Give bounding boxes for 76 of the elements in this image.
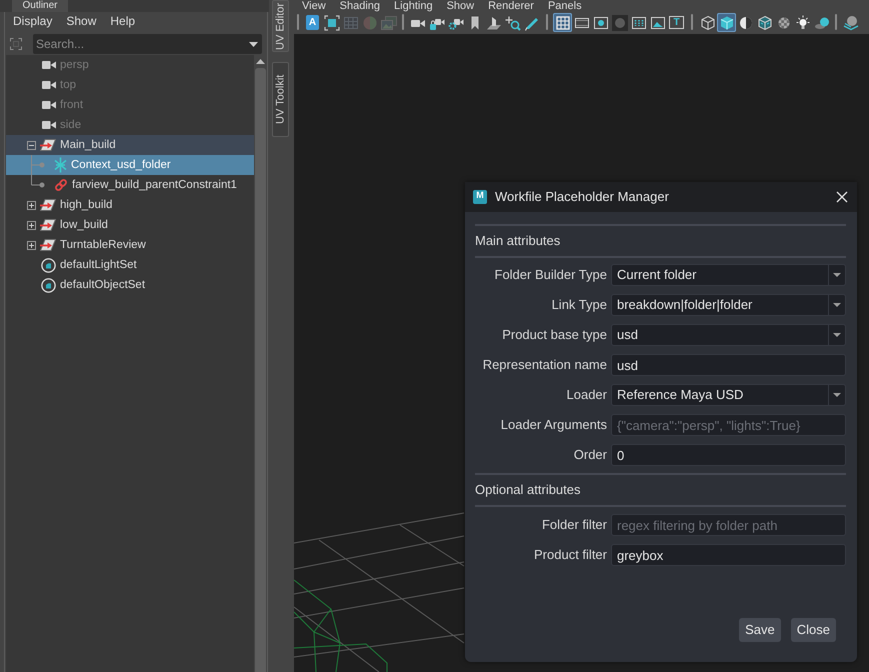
- minus-box-icon[interactable]: [27, 140, 36, 150]
- arrow-plane-icon: [40, 138, 56, 152]
- plus-box-icon[interactable]: [27, 200, 36, 210]
- dropdown-arrow-icon[interactable]: [833, 333, 841, 337]
- camera-icon: [42, 120, 56, 130]
- menu-item[interactable]: Renderer: [488, 0, 534, 12]
- text-field[interactable]: {"camera":"persp", "lights":True}: [611, 414, 846, 436]
- field-label: Product base type: [502, 326, 607, 344]
- shaded-cube-icon[interactable]: [717, 13, 736, 32]
- field-label: Loader Arguments: [500, 416, 607, 434]
- sphere-waves-icon[interactable]: [841, 13, 860, 32]
- circle-set-icon: [41, 258, 56, 272]
- field-label: Order: [574, 446, 607, 464]
- text-field[interactable]: 0: [611, 444, 846, 466]
- dropdown[interactable]: breakdown|folder|folder: [611, 294, 846, 316]
- arrow-plane-icon: [40, 238, 56, 252]
- field-label: Link Type: [552, 296, 607, 314]
- dropdown[interactable]: Reference Maya USD: [611, 384, 846, 406]
- scroll-up-arrow-icon[interactable]: [256, 59, 265, 64]
- t-frame-icon[interactable]: T: [667, 13, 686, 32]
- plus-box-icon[interactable]: [27, 220, 36, 230]
- dropdown-arrow-icon[interactable]: [833, 303, 841, 307]
- outliner-item[interactable]: Main_build: [6, 135, 254, 155]
- chain-link-icon: [54, 178, 68, 192]
- window-title: Workfile Placeholder Manager: [495, 188, 669, 206]
- camera-icon: [42, 100, 56, 110]
- menu-item[interactable]: Show: [446, 0, 474, 12]
- field-label: Folder filter: [542, 516, 607, 534]
- menu-item[interactable]: Lighting: [394, 0, 433, 12]
- outliner-item[interactable]: TurntableReview: [6, 235, 254, 255]
- side-tab[interactable]: UV Editor: [272, 0, 288, 52]
- circle-set-icon: [41, 278, 56, 292]
- field-label: Folder Builder Type: [494, 266, 607, 284]
- menu-item[interactable]: Help: [110, 13, 136, 29]
- menu-item[interactable]: Panels: [548, 0, 582, 12]
- close-icon[interactable]: [836, 191, 848, 203]
- field-label: Representation name: [482, 356, 607, 374]
- scrollbar-thumb[interactable]: [255, 68, 266, 672]
- menu-item[interactable]: Show: [66, 13, 96, 29]
- dropdown-caret-icon[interactable]: [249, 42, 258, 47]
- outliner-item[interactable]: high_build: [6, 195, 254, 215]
- text-field[interactable]: greybox: [611, 544, 846, 566]
- dotted-frame-icon[interactable]: [10, 38, 22, 50]
- save-button[interactable]: Save: [739, 618, 781, 642]
- grid-icon[interactable]: [553, 13, 572, 32]
- side-tab[interactable]: UV Toolkit: [272, 62, 288, 137]
- dropdown-arrow-icon[interactable]: [833, 393, 841, 397]
- plus-box-icon[interactable]: [27, 240, 36, 250]
- panel-tab[interactable]: Outliner: [12, 0, 68, 12]
- dropdown[interactable]: Current folder: [611, 264, 846, 286]
- camera-icon: [42, 60, 56, 70]
- field-label: Product filter: [534, 546, 607, 564]
- menu-item[interactable]: View: [302, 0, 326, 12]
- camera-icon: [42, 80, 56, 90]
- outliner-item[interactable]: defaultObjectSet: [6, 275, 254, 295]
- search-field[interactable]: Search...: [33, 34, 262, 54]
- dropdown[interactable]: usd: [611, 324, 846, 346]
- dropdown-arrow-icon[interactable]: [833, 273, 841, 277]
- text-field[interactable]: usd: [611, 354, 846, 376]
- outliner-item[interactable]: low_build: [6, 215, 254, 235]
- menu-item[interactable]: Shading: [340, 0, 380, 12]
- field-label: Loader: [566, 386, 607, 404]
- close-button[interactable]: Close: [790, 618, 836, 642]
- app-logo-icon: M: [473, 190, 487, 204]
- arrow-plane-icon: [40, 218, 56, 232]
- arrow-plane-icon: [40, 198, 56, 212]
- text-field[interactable]: regex filtering by folder path: [611, 514, 846, 536]
- section-heading: Main attributes: [475, 232, 560, 250]
- circle-tile-icon[interactable]: [610, 13, 629, 32]
- outliner-item[interactable]: Context_usd_folder: [6, 155, 254, 175]
- asterisk-icon: [54, 157, 67, 173]
- outliner-item[interactable]: defaultLightSet: [6, 255, 254, 275]
- frame-square-icon[interactable]: [322, 13, 341, 32]
- section-heading: Optional attributes: [475, 481, 581, 500]
- menu-item[interactable]: Display: [13, 13, 52, 29]
- outliner-item[interactable]: farview_build_parentConstraint1: [6, 175, 254, 195]
